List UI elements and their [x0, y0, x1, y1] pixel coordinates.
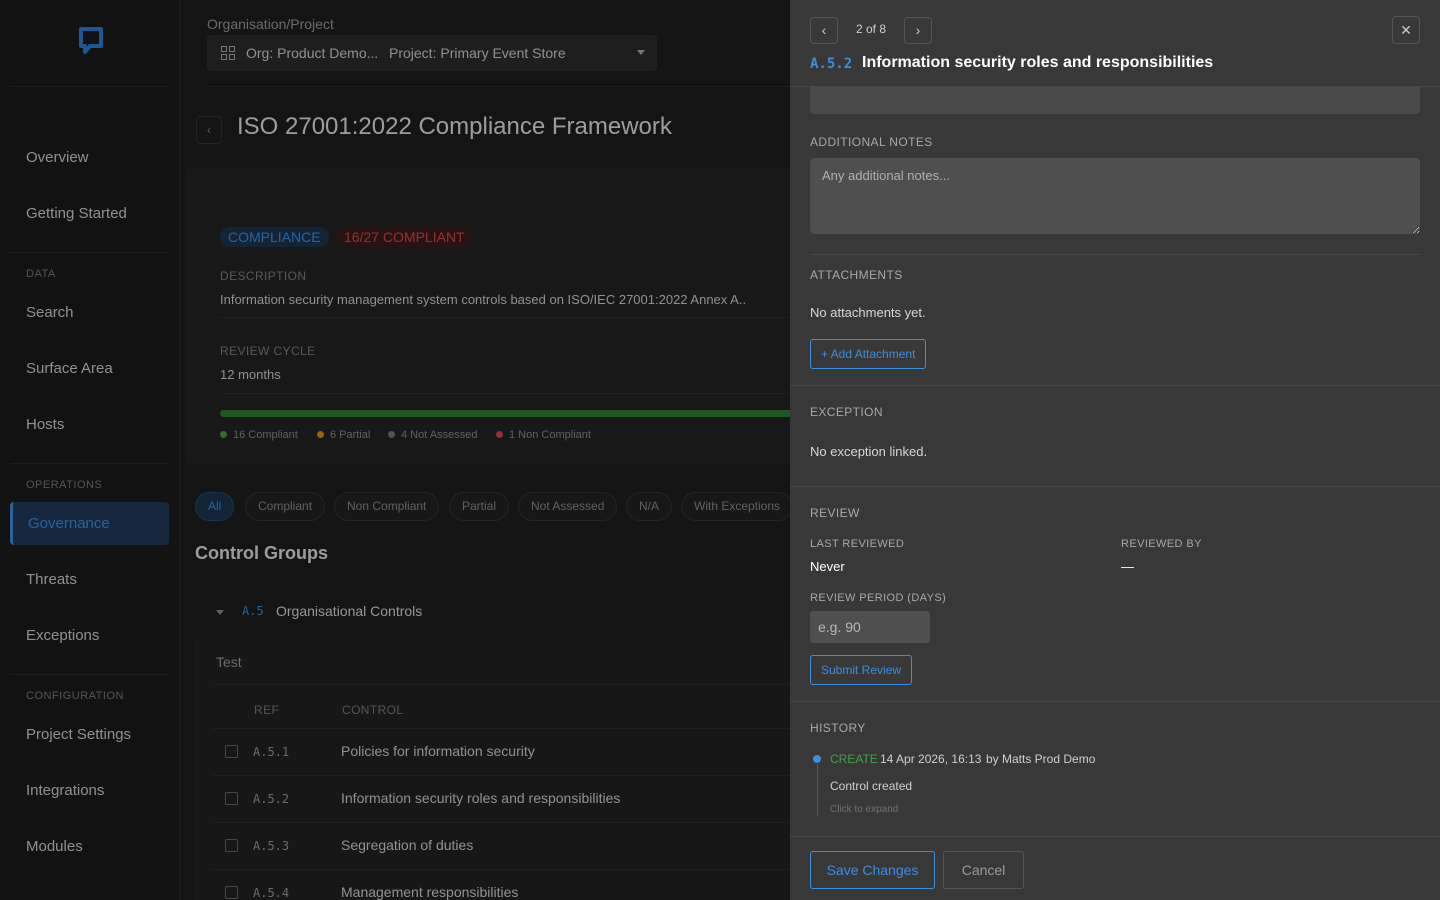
last-reviewed-value: Never [810, 559, 845, 574]
panel-footer: Save Changes Cancel [790, 836, 1440, 900]
history-label: HISTORY [810, 721, 866, 735]
review-label: REVIEW [810, 506, 860, 520]
history-author: by Matts Prod Demo [986, 752, 1096, 766]
attachments-label: ATTACHMENTS [810, 268, 903, 282]
section-divider [790, 486, 1440, 487]
panel-header: ‹ 2 of 8 › ✕ A.5.2 Information security … [790, 0, 1440, 87]
modal-backdrop[interactable] [0, 0, 790, 900]
save-changes-button[interactable]: Save Changes [810, 851, 935, 889]
chevron-left-icon: ‹ [821, 22, 827, 38]
timeline-dot-icon [813, 755, 821, 763]
reviewed-by-value: — [1121, 559, 1134, 574]
add-attachment-button[interactable]: + Add Attachment [810, 339, 927, 369]
history-timestamp: 14 Apr 2026, 16:13 [880, 752, 982, 766]
review-period-label: REVIEW PERIOD (DAYS) [810, 592, 947, 604]
last-reviewed-label: LAST REVIEWED [810, 538, 905, 550]
next-control-button[interactable]: › [904, 17, 932, 44]
submit-review-button[interactable]: Submit Review [810, 655, 913, 685]
close-panel-button[interactable]: ✕ [1392, 16, 1420, 44]
history-expand-link[interactable]: Click to expand [830, 804, 898, 815]
previous-control-button[interactable]: ‹ [810, 17, 838, 44]
section-divider [790, 701, 1440, 702]
additional-notes-label: ADDITIONAL NOTES [810, 135, 933, 149]
review-period-input[interactable] [810, 611, 930, 643]
attachments-empty-text: No attachments yet. [810, 305, 926, 320]
close-icon: ✕ [1400, 22, 1412, 38]
pager-text: 2 of 8 [856, 22, 887, 36]
control-detail-panel: ‹ 2 of 8 › ✕ A.5.2 Information security … [790, 0, 1440, 900]
additional-notes-input[interactable] [810, 158, 1420, 234]
section-divider [810, 254, 1420, 255]
chevron-right-icon: › [915, 22, 921, 38]
timeline-line [817, 764, 818, 816]
exception-empty-text: No exception linked. [810, 444, 928, 459]
panel-control-ref: A.5.2 [810, 56, 853, 72]
section-divider [790, 385, 1440, 386]
history-message: Control created [830, 779, 913, 793]
exception-label: EXCEPTION [810, 405, 883, 419]
reviewed-by-label: REVIEWED BY [1121, 538, 1202, 550]
panel-title: Information security roles and responsib… [862, 54, 1214, 71]
cancel-button[interactable]: Cancel [943, 851, 1024, 889]
history-action: CREATE [830, 752, 878, 766]
